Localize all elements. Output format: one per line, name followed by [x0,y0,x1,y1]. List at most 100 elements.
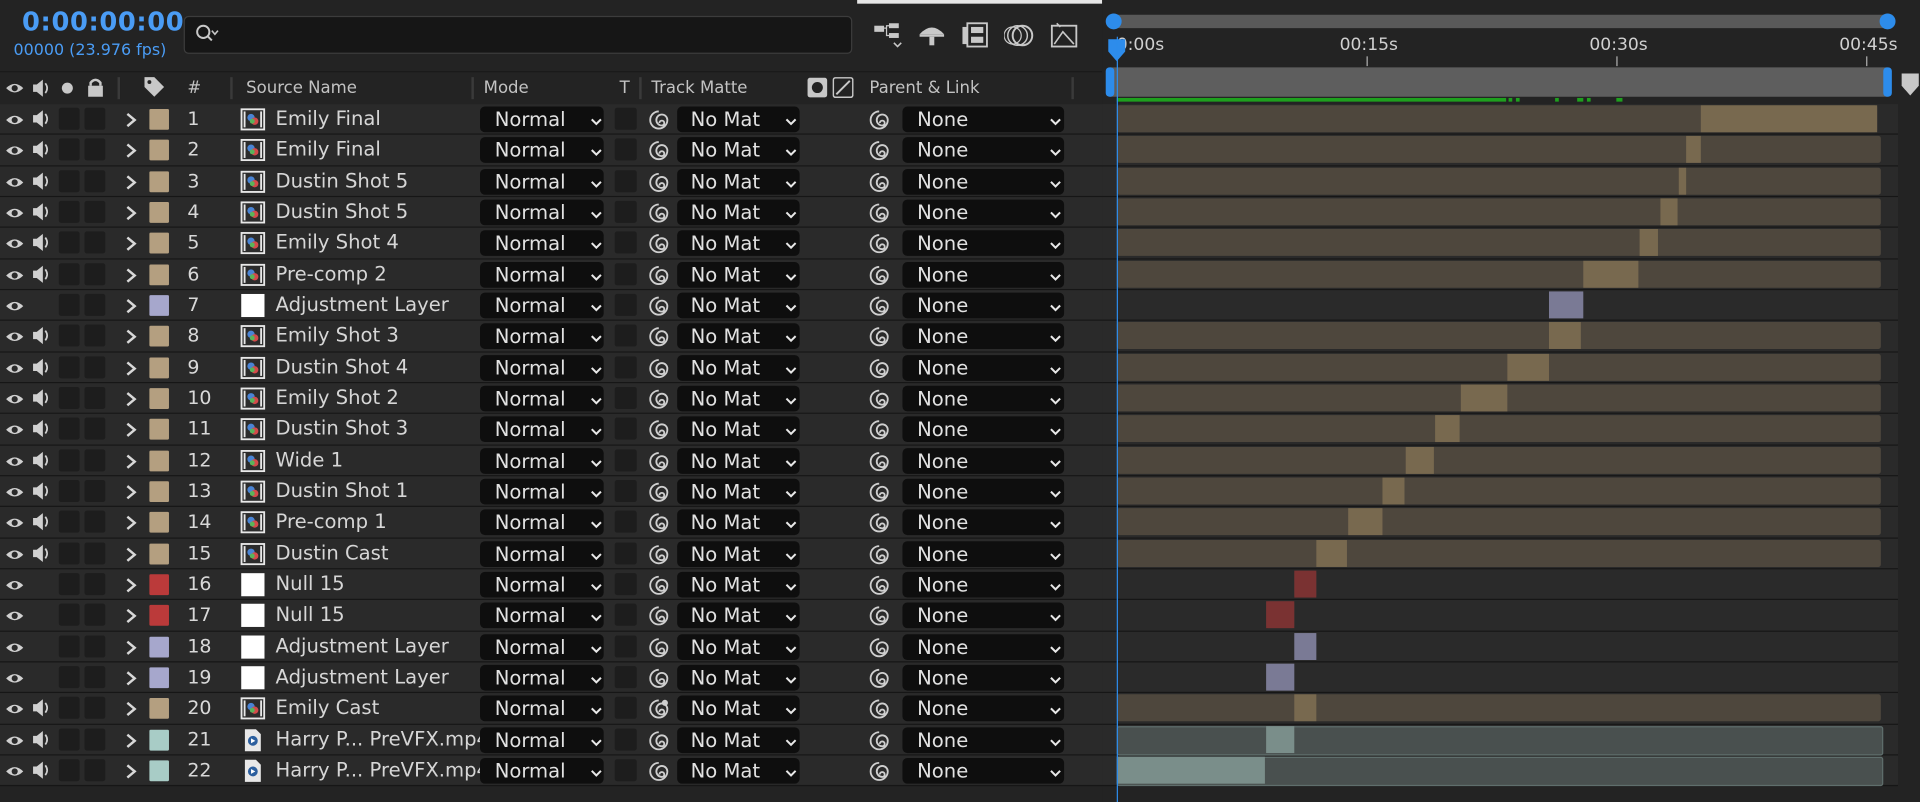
preserve-transparency-switch[interactable] [614,572,637,596]
lock-switch[interactable] [84,510,106,533]
visible-segment[interactable] [1316,539,1348,567]
visible-segment[interactable] [1116,756,1265,784]
visible-segment[interactable] [1405,446,1434,474]
layer-source-name[interactable]: Pre-comp 2 [276,262,387,285]
layer-source-name[interactable]: Adjustment Layer [276,665,449,688]
parent-pickwhip-icon[interactable] [867,604,891,628]
visible-segment[interactable] [1678,167,1686,195]
blend-mode-dropdown[interactable]: Normal [480,664,604,691]
track-matte-dropdown[interactable]: No Mat [677,757,800,784]
preserve-transparency-switch[interactable] [614,355,637,378]
parent-dropdown[interactable]: None [902,540,1065,567]
eye-icon[interactable] [5,575,25,592]
speaker-icon[interactable] [31,760,53,780]
layer-duration-bar[interactable] [1116,694,1881,722]
track-matte-dropdown[interactable]: No Mat [677,230,800,257]
layer-source-name[interactable]: Emily Final [276,107,381,130]
eye-icon[interactable] [5,451,25,468]
matte-pickwhip-icon[interactable] [647,418,671,442]
parent-dropdown[interactable]: None [902,199,1065,226]
parent-pickwhip-icon[interactable] [867,108,891,132]
preserve-transparency-switch[interactable] [614,200,637,223]
track-matte-dropdown[interactable]: No Mat [677,726,800,753]
expand-chevron-icon[interactable] [124,575,139,593]
blend-mode-dropdown[interactable]: Normal [480,416,604,443]
matte-pickwhip-icon[interactable] [647,294,671,318]
parent-pickwhip-icon[interactable] [867,759,891,783]
blend-mode-dropdown[interactable]: Normal [480,168,604,195]
lock-switch[interactable] [84,603,106,627]
matte-pickwhip-icon[interactable] [647,759,671,783]
parent-pickwhip-icon[interactable] [867,387,891,411]
preserve-transparency-switch[interactable] [614,138,637,161]
lock-switch[interactable] [84,231,106,254]
expand-chevron-icon[interactable] [124,451,139,469]
matte-inverted-icon[interactable] [832,77,854,98]
preserve-transparency-switch[interactable] [614,634,637,658]
parent-dropdown[interactable]: None [902,385,1065,412]
col-parent-link[interactable]: Parent & Link [869,78,979,98]
parent-pickwhip-icon[interactable] [867,201,891,225]
video-visibility-icon[interactable] [5,80,25,97]
blend-mode-dropdown[interactable]: Normal [480,478,604,505]
preserve-transparency-switch[interactable] [614,510,637,533]
col-track-matte[interactable]: Track Matte [651,78,747,98]
layer-source-name[interactable]: Null 15 [276,572,345,595]
blend-mode-dropdown[interactable]: Normal [480,726,604,753]
solo-switch[interactable] [58,293,80,316]
parent-dropdown[interactable]: None [902,695,1065,722]
blend-mode-dropdown[interactable]: Normal [480,540,604,567]
blend-mode-dropdown[interactable]: Normal [480,757,604,784]
matte-pickwhip-icon[interactable] [647,263,671,287]
layer-row[interactable]: 19 Adjustment Layer Normal No Mat None [0,662,1103,694]
solo-switch[interactable] [58,386,80,409]
visible-segment[interactable] [1639,229,1658,257]
label-color-swatch[interactable] [149,543,169,564]
layer-source-name[interactable]: Pre-comp 1 [276,510,387,533]
layer-duration-bar[interactable] [1116,322,1881,350]
matte-pickwhip-icon[interactable] [647,449,671,473]
track-matte-dropdown[interactable]: No Mat [677,137,800,164]
track-matte-dropdown[interactable]: No Mat [677,602,800,629]
solo-switch[interactable] [58,572,80,596]
eye-icon[interactable] [5,358,25,375]
layer-row[interactable]: 10 Emily Shot 2 Normal No Mat None [0,383,1103,415]
expand-chevron-icon[interactable] [124,730,139,748]
solo-switch[interactable] [58,697,80,720]
layer-source-name[interactable]: Null 15 [276,603,345,626]
expand-chevron-icon[interactable] [124,606,139,624]
layer-duration-bar[interactable] [1116,136,1881,164]
matte-pickwhip-icon[interactable] [647,325,671,349]
track-matte-dropdown[interactable]: No Mat [677,633,800,660]
lock-switch[interactable] [84,541,106,564]
parent-pickwhip-icon[interactable] [867,511,891,535]
speaker-icon[interactable] [31,109,53,129]
preserve-transparency-switch[interactable] [614,448,637,471]
track-matte-dropdown[interactable]: No Mat [677,478,800,505]
visible-segment[interactable] [1294,632,1317,660]
label-color-swatch[interactable] [149,574,169,596]
preserve-transparency-switch[interactable] [614,107,637,130]
layer-row[interactable]: 20 Emily Cast Normal No Mat None [0,693,1103,725]
blend-mode-dropdown[interactable]: Normal [480,323,604,350]
preserve-transparency-switch[interactable] [614,479,637,502]
eye-icon[interactable] [5,668,25,685]
lock-switch[interactable] [84,697,106,720]
layer-duration-bar[interactable] [1116,167,1881,195]
eye-icon[interactable] [5,327,25,344]
label-color-swatch[interactable] [149,605,169,627]
playhead-line[interactable] [1116,36,1118,802]
matte-pickwhip-icon[interactable] [647,108,671,132]
eye-icon[interactable] [5,296,25,313]
speaker-icon[interactable] [31,326,53,346]
col-t[interactable]: T [620,78,630,98]
expand-chevron-icon[interactable] [124,762,139,779]
label-color-swatch[interactable] [149,326,169,347]
track-matte-dropdown[interactable]: No Mat [677,168,800,195]
layer-row[interactable]: 17 Null 15 Normal No Mat None [0,600,1103,632]
visible-segment[interactable] [1507,353,1549,381]
lock-switch[interactable] [84,200,106,223]
layer-row[interactable]: 3 Dustin Shot 5 Normal No Mat None [0,166,1103,198]
lock-switch[interactable] [84,169,106,192]
solo-switch[interactable] [58,541,80,564]
